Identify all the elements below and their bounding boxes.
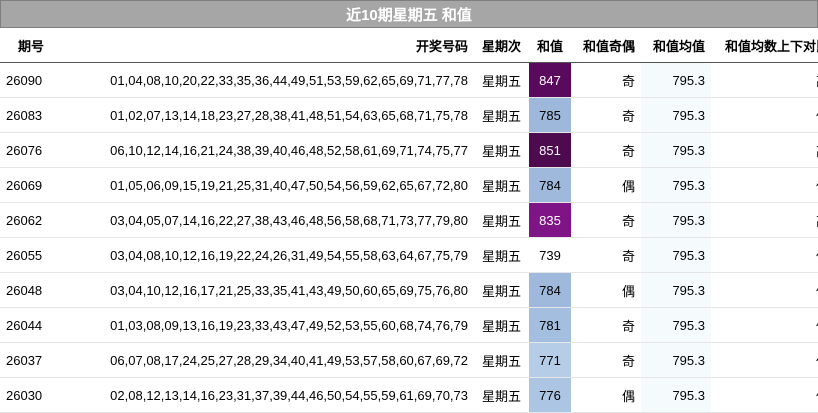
sum-cell: 785: [529, 97, 571, 133]
sum-mean-cell: 795.3: [641, 167, 711, 203]
draw-numbers-cell: 03,04,08,10,12,16,19,22,24,26,31,49,54,5…: [110, 247, 468, 263]
sum-parity-cell: 偶: [621, 388, 635, 404]
weekday-cell: 星期五: [481, 318, 521, 334]
report-title: 近10期星期五 和值: [0, 0, 818, 28]
weekday-cell: 星期五: [481, 108, 521, 124]
draw-numbers-cell: 03,04,10,12,16,17,21,25,33,35,41,43,49,5…: [110, 282, 468, 298]
draw-numbers-cell: 01,02,07,13,14,18,23,27,28,38,41,48,51,5…: [110, 107, 468, 123]
mean-compare-cell: 低: [711, 343, 818, 378]
sum-cell: 781: [529, 307, 571, 343]
table-header: 期号 开奖号码 星期次 和值 和值奇偶 和值均值 和值均数上下对比: [0, 28, 818, 63]
header-draw-numbers: 开奖号码: [415, 38, 468, 54]
table-row: 26076 06,10,12,14,16,21,24,38,39,40,46,48…: [0, 132, 818, 168]
sum-mean-cell: 795.3: [641, 272, 711, 308]
sum-mean-cell: 795.3: [641, 62, 711, 98]
sum-parity-cell: 奇: [621, 73, 635, 89]
sum-parity-cell: 奇: [621, 213, 635, 229]
mean-compare-cell: 低: [711, 378, 818, 413]
draw-results-table: 期号 开奖号码 星期次 和值 和值奇偶 和值均值 和值均数上下对比 26090 0…: [0, 28, 818, 413]
issue-cell: 26083: [6, 107, 43, 123]
sum-parity-cell: 奇: [621, 353, 635, 369]
draw-numbers-cell: 01,04,08,10,20,22,33,35,36,44,49,51,53,5…: [110, 72, 468, 88]
sum-cell: 776: [529, 377, 571, 413]
header-sum: 和值: [536, 38, 563, 54]
sum-mean-cell: 795.3: [641, 237, 711, 273]
issue-cell: 26055: [6, 247, 43, 263]
sum-parity-cell: 奇: [621, 108, 635, 124]
table-row: 26030 02,08,12,13,14,16,23,31,37,39,44,46…: [0, 377, 818, 413]
issue-cell: 26062: [6, 212, 43, 228]
issue-cell: 26030: [6, 387, 43, 403]
header-sum-parity: 和值奇偶: [582, 38, 635, 54]
issue-cell: 26044: [6, 317, 43, 333]
table-row: 26062 03,04,05,07,14,16,22,27,38,43,46,48…: [0, 202, 818, 238]
sum-mean-cell: 795.3: [641, 132, 711, 168]
sum-mean-cell: 795.3: [641, 202, 711, 238]
mean-compare-cell: 高: [711, 63, 818, 98]
weekday-cell: 星期五: [481, 143, 521, 159]
draw-numbers-cell: 02,08,12,13,14,16,23,31,37,39,44,46,50,5…: [110, 387, 468, 403]
sum-mean-cell: 795.3: [641, 377, 711, 413]
sum-parity-cell: 奇: [621, 143, 635, 159]
sum-cell: 835: [529, 202, 571, 238]
table-row: 26055 03,04,08,10,12,16,19,22,24,26,31,49…: [0, 237, 818, 273]
weekday-cell: 星期五: [481, 353, 521, 369]
table-row: 26044 01,03,08,09,13,16,19,23,33,43,47,49…: [0, 307, 818, 343]
sum-mean-cell: 795.3: [641, 307, 711, 343]
draw-numbers-cell: 01,03,08,09,13,16,19,23,33,43,47,49,52,5…: [110, 317, 468, 333]
issue-cell: 26048: [6, 282, 43, 298]
issue-cell: 26076: [6, 142, 43, 158]
mean-compare-cell: 低: [711, 98, 818, 133]
sum-parity-cell: 偶: [621, 283, 635, 299]
sum-cell: 847: [529, 62, 571, 98]
sum-parity-cell: 偶: [621, 178, 635, 194]
sum-mean-cell: 795.3: [641, 97, 711, 133]
draw-numbers-cell: 06,07,08,17,24,25,27,28,29,34,40,41,49,5…: [110, 352, 468, 368]
header-issue: 期号: [18, 38, 45, 54]
table-row: 26048 03,04,10,12,16,17,21,25,33,35,41,43…: [0, 272, 818, 308]
header-row: 期号 开奖号码 星期次 和值 和值奇偶 和值均值 和值均数上下对比: [0, 28, 818, 63]
weekday-cell: 星期五: [481, 283, 521, 299]
table-row: 26037 06,07,08,17,24,25,27,28,29,34,40,41…: [0, 342, 818, 378]
mean-compare-cell: 低: [711, 238, 818, 273]
sum-cell: 784: [529, 272, 571, 308]
weekday-cell: 星期五: [481, 388, 521, 404]
sum-cell: 771: [529, 342, 571, 378]
sum-mean-cell: 795.3: [641, 342, 711, 378]
weekday-cell: 星期五: [481, 178, 521, 194]
issue-cell: 26090: [6, 72, 43, 88]
header-weekday: 星期次: [481, 38, 521, 54]
issue-cell: 26037: [6, 352, 43, 368]
mean-compare-cell: 高: [711, 133, 818, 168]
mean-compare-cell: 高: [711, 203, 818, 238]
mean-compare-cell: 低: [711, 308, 818, 343]
draw-numbers-cell: 01,05,06,09,15,19,21,25,31,40,47,50,54,5…: [110, 177, 468, 193]
weekday-cell: 星期五: [481, 73, 521, 89]
table-body: 26090 01,04,08,10,20,22,33,35,36,44,49,51…: [0, 62, 818, 413]
weekday-cell: 星期五: [481, 213, 521, 229]
table-row: 26069 01,05,06,09,15,19,21,25,31,40,47,50…: [0, 167, 818, 203]
table-row: 26090 01,04,08,10,20,22,33,35,36,44,49,51…: [0, 62, 818, 98]
table-row: 26083 01,02,07,13,14,18,23,27,28,38,41,48…: [0, 97, 818, 133]
sum-parity-cell: 奇: [621, 248, 635, 264]
draw-numbers-cell: 06,10,12,14,16,21,24,38,39,40,46,48,52,5…: [110, 142, 468, 158]
mean-compare-cell: 低: [711, 273, 818, 308]
issue-cell: 26069: [6, 177, 43, 193]
weekday-cell: 星期五: [481, 248, 521, 264]
report-container: 近10期星期五 和值 期号 开奖号码 星期次 和值 和值奇偶 和值均值 和值均数…: [0, 0, 818, 413]
draw-numbers-cell: 03,04,05,07,14,16,22,27,38,43,46,48,56,5…: [110, 212, 468, 228]
sum-cell: 784: [529, 167, 571, 203]
sum-parity-cell: 奇: [621, 318, 635, 334]
mean-compare-cell: 低: [711, 168, 818, 203]
sum-cell: 739: [529, 237, 571, 273]
header-sum-mean: 和值均值: [652, 38, 705, 54]
header-mean-compare: 和值均数上下对比: [724, 38, 818, 54]
sum-cell: 851: [529, 132, 571, 168]
